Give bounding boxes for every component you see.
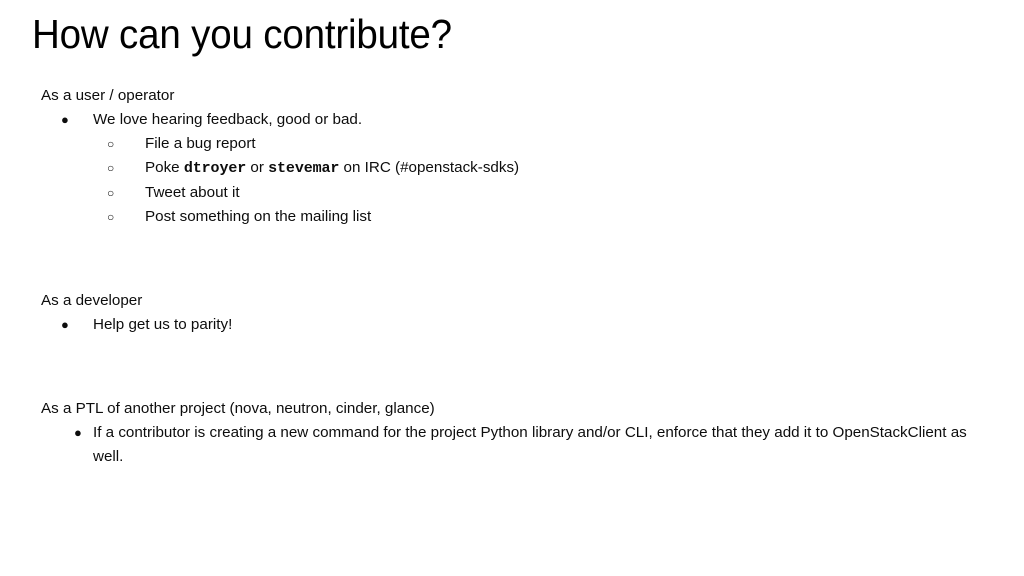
list-item-label: Post something on the mailing list — [145, 208, 372, 225]
bullet-circle-icon: ○ — [107, 161, 115, 175]
list-item-label: Help get us to parity! — [93, 316, 233, 333]
bullet-list: ● If a contributor is creating a new com… — [41, 421, 991, 469]
list-item-label: Poke dtroyer or stevemar on IRC (#openst… — [145, 156, 991, 181]
slide-body: As a user / operator ● We love hearing f… — [41, 84, 991, 469]
list-item-label: If a contributor is creating a new comma… — [93, 424, 967, 465]
list-item: ○ Tweet about it — [41, 181, 991, 205]
section-heading: As a user / operator — [41, 87, 175, 104]
irc-nick-dtroyer: dtroyer — [183, 160, 247, 177]
list-item: ○ File a bug report — [41, 132, 991, 156]
irc-nick-stevemar: stevemar — [268, 160, 340, 177]
section-heading: As a developer — [41, 292, 143, 309]
list-item: ● Help get us to parity! — [41, 313, 991, 337]
page-title: How can you contribute? — [32, 11, 452, 57]
bullet-list: ● Help get us to parity! — [41, 313, 991, 337]
irc-text-conjunction: or — [246, 159, 269, 176]
list-item-label: We love hearing feedback, good or bad. — [93, 111, 363, 128]
list-item: ● We love hearing feedback, good or bad. — [41, 108, 991, 132]
section-developer: As a developer ● Help get us to parity! — [41, 289, 991, 337]
irc-channel-text: on IRC (#openstack-sdks) — [339, 159, 520, 176]
bullet-disc-icon: ● — [61, 112, 69, 127]
bullet-circle-icon: ○ — [107, 137, 115, 151]
list-item-irc: ○ Poke dtroyer or stevemar on IRC (#open… — [41, 156, 991, 181]
bullet-list: ● We love hearing feedback, good or bad.… — [41, 108, 991, 229]
slide-canvas: How can you contribute? As a user / oper… — [0, 0, 1024, 576]
bullet-circle-icon: ○ — [107, 186, 115, 200]
list-item: ○ Post something on the mailing list — [41, 205, 991, 229]
bullet-disc-icon: ● — [74, 425, 82, 440]
list-item-label: File a bug report — [145, 135, 256, 152]
bullet-disc-icon: ● — [61, 317, 69, 332]
irc-text-lead: Poke — [145, 159, 184, 176]
section-ptl: As a PTL of another project (nova, neutr… — [41, 397, 991, 469]
bullet-circle-icon: ○ — [107, 210, 115, 224]
section-heading: As a PTL of another project (nova, neutr… — [41, 400, 435, 417]
list-item: ● If a contributor is creating a new com… — [41, 421, 991, 469]
list-item-label: Tweet about it — [145, 184, 240, 201]
section-user-operator: As a user / operator ● We love hearing f… — [41, 84, 991, 229]
